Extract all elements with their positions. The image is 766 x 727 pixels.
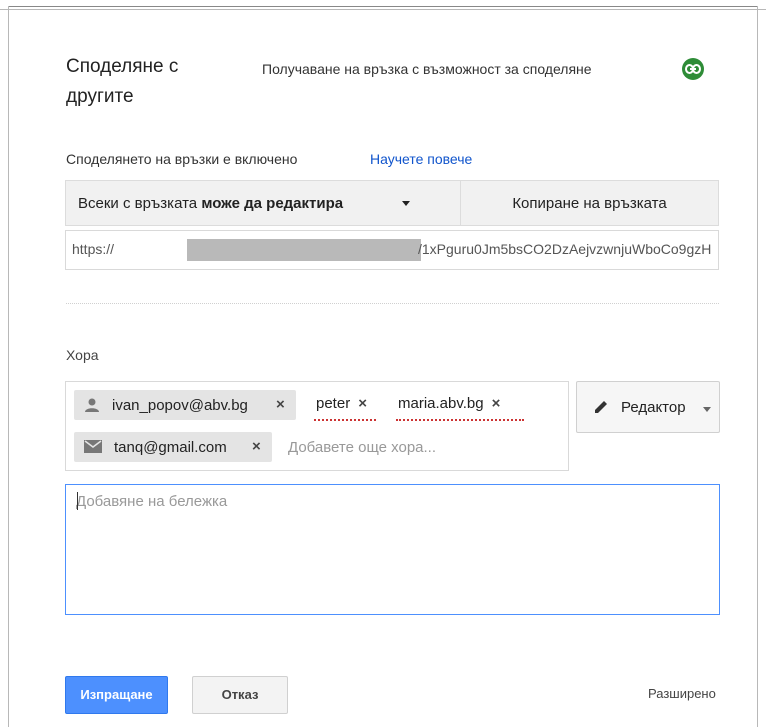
advanced-link[interactable]: Разширено <box>648 686 716 701</box>
remove-recipient-icon[interactable]: × <box>358 395 367 412</box>
recipient-chip[interactable]: tanq@gmail.com × <box>74 432 272 462</box>
get-shareable-link-label[interactable]: Получаване на връзка с възможност за спо… <box>262 61 592 77</box>
recipient-chip[interactable]: ivan_popov@abv.bg × <box>74 390 296 420</box>
email-icon <box>84 440 102 458</box>
section-divider <box>66 303 719 304</box>
link-icon[interactable] <box>682 58 704 80</box>
access-level-text: Всеки с връзката може да редактира <box>78 195 344 212</box>
chevron-down-icon <box>703 407 711 412</box>
add-people-placeholder[interactable]: Добавете още хора... <box>288 439 436 456</box>
url-suffix: /1xPguru0Jm5bsCO2DzAejvzwnjuWboCo9gzH <box>418 241 712 257</box>
people-input[interactable]: ivan_popov@abv.bg × peter × maria.abv.bg ×… <box>65 381 569 471</box>
permission-role-dropdown[interactable]: Редактор <box>576 381 720 433</box>
pencil-icon <box>593 399 609 420</box>
remove-recipient-icon[interactable]: × <box>276 396 285 413</box>
window-frame-top <box>0 0 766 10</box>
link-access-bar: Всеки с връзката може да редактира Копир… <box>65 180 719 226</box>
people-label: Хора <box>66 347 99 363</box>
chevron-down-icon <box>402 201 410 206</box>
recipient-email: tanq@gmail.com <box>114 439 227 456</box>
window-frame-right <box>757 6 758 727</box>
window-frame-left <box>8 6 9 727</box>
copy-link-button[interactable]: Копиране на връзката <box>460 195 719 212</box>
link-sharing-status: Споделянето на връзки е включено <box>66 151 298 167</box>
permission-role-label: Редактор <box>621 399 686 416</box>
learn-more-link[interactable]: Научете повече <box>370 151 472 167</box>
share-url-field[interactable]: https:// /1xPguru0Jm5bsCO2DzAejvzwnjuWbo… <box>65 230 719 270</box>
access-level-value: може да редактира <box>201 195 344 212</box>
cancel-button[interactable]: Отказ <box>192 676 288 714</box>
recipient-unverified[interactable]: maria.abv.bg × <box>398 395 500 412</box>
access-level-dropdown[interactable]: Всеки с връзката може да редактира <box>66 181 461 225</box>
spell-error-underline <box>314 417 376 421</box>
person-icon <box>84 398 100 417</box>
spell-error-underline <box>396 417 524 421</box>
recipient-unverified[interactable]: peter × <box>316 395 367 412</box>
remove-recipient-icon[interactable]: × <box>492 395 501 412</box>
url-redaction <box>187 239 421 261</box>
remove-recipient-icon[interactable]: × <box>252 438 261 455</box>
url-prefix: https:// <box>72 241 115 257</box>
note-field[interactable] <box>65 484 720 615</box>
text-cursor <box>77 492 78 510</box>
send-button[interactable]: Изпращане <box>65 676 168 714</box>
dialog-title: Споделяне с другите <box>66 56 179 107</box>
note-textarea[interactable] <box>66 485 719 614</box>
recipient-email: ivan_popov@abv.bg <box>112 397 248 414</box>
